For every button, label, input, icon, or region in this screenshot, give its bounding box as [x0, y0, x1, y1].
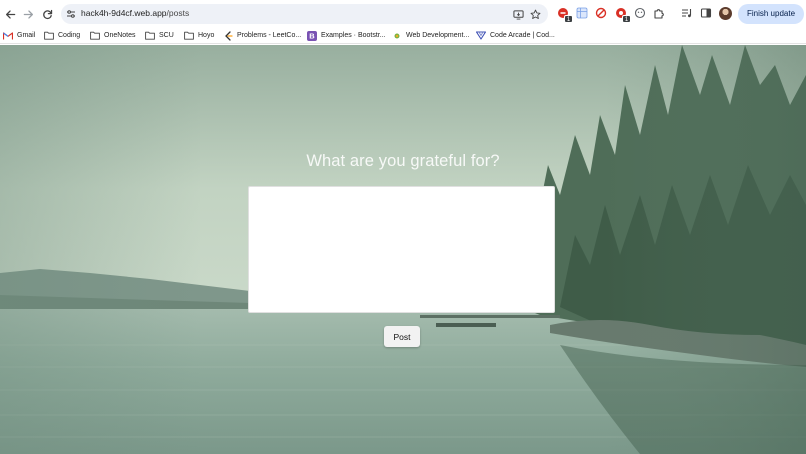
folder-icon	[184, 31, 194, 41]
bookmark-label: Problems - LeetCo...	[237, 32, 302, 39]
media-controls-icon[interactable]	[680, 6, 694, 20]
bookmark-folder-scu[interactable]: SCU	[145, 29, 174, 42]
folder-icon	[90, 31, 100, 41]
bookmark-folder-coding[interactable]: Coding	[44, 29, 80, 42]
extension-badge-2: 1	[622, 15, 631, 23]
address-bar[interactable]: hack4h-9d4cf.web.app/posts	[61, 4, 548, 24]
finish-update-button[interactable]: Finish update	[738, 4, 804, 24]
browser-toolbar: hack4h-9d4cf.web.app/posts 1 1 Finish up…	[0, 0, 806, 28]
bookmark-leetcode[interactable]: Problems - LeetCo...	[223, 29, 301, 42]
bookmark-bootstrap[interactable]: B Examples · Bootstr...	[307, 29, 386, 42]
install-app-icon[interactable]	[511, 7, 525, 21]
bookmark-label: Coding	[58, 32, 81, 39]
extension-red-icon[interactable]: 1	[556, 6, 573, 23]
code-arcade-icon	[476, 31, 486, 41]
bookmark-label: Examples · Bootstr...	[321, 32, 386, 39]
svg-text:B: B	[309, 31, 315, 40]
gmail-icon	[3, 31, 13, 41]
folder-icon	[145, 31, 155, 41]
bookmark-star-icon[interactable]	[528, 7, 542, 21]
bookmark-label: Web Development...	[406, 32, 470, 39]
folder-icon	[44, 31, 54, 41]
leetcode-icon	[223, 30, 233, 41]
bookmark-folder-onenotes[interactable]: OneNotes	[90, 29, 136, 42]
extension-red-icon-2[interactable]: 1	[614, 6, 631, 23]
page-content: What are you grateful for? Post	[0, 45, 806, 454]
reload-button[interactable]	[39, 6, 55, 22]
extension-circle-icon[interactable]	[633, 6, 647, 20]
url-text: hack4h-9d4cf.web.app/posts	[81, 8, 189, 18]
back-button[interactable]	[2, 6, 18, 22]
forward-arrow-icon	[23, 9, 33, 19]
bookmark-gmail[interactable]: Gmail	[3, 29, 35, 42]
bookmark-label: OneNotes	[104, 32, 136, 39]
bookmark-folder-hoyo[interactable]: Hoyo	[184, 29, 214, 42]
side-panel-icon[interactable]	[699, 6, 713, 20]
profile-avatar[interactable]	[719, 7, 732, 20]
extension-grid-icon[interactable]	[575, 6, 589, 20]
back-arrow-icon	[5, 9, 15, 19]
extensions-puzzle-icon[interactable]	[652, 6, 666, 20]
url-host: hack4h-9d4cf.web.app	[81, 8, 167, 18]
reload-icon	[42, 9, 52, 19]
bookmark-label: Hoyo	[198, 32, 215, 39]
web-dev-icon	[392, 31, 402, 41]
bootstrap-icon: B	[307, 30, 317, 41]
bookmarks-bar: Gmail Coding OneNotes SCU Hoyo Problems …	[0, 28, 806, 44]
bookmark-label: Gmail	[17, 32, 36, 39]
bookmark-code-arcade[interactable]: Code Arcade | Cod...	[476, 29, 555, 42]
post-button[interactable]: Post	[384, 326, 420, 347]
forward-button[interactable]	[20, 6, 36, 22]
bookmark-label: SCU	[159, 32, 174, 39]
grateful-post-textarea[interactable]	[248, 186, 555, 313]
extension-badge: 1	[564, 15, 573, 23]
page-title: What are you grateful for?	[306, 152, 500, 170]
url-path: /posts	[166, 8, 190, 18]
block-extension-icon[interactable]	[594, 6, 608, 20]
bookmark-label: Code Arcade | Cod...	[490, 32, 555, 39]
bookmark-web-development[interactable]: Web Development...	[392, 29, 469, 42]
site-settings-icon[interactable]	[64, 7, 78, 21]
